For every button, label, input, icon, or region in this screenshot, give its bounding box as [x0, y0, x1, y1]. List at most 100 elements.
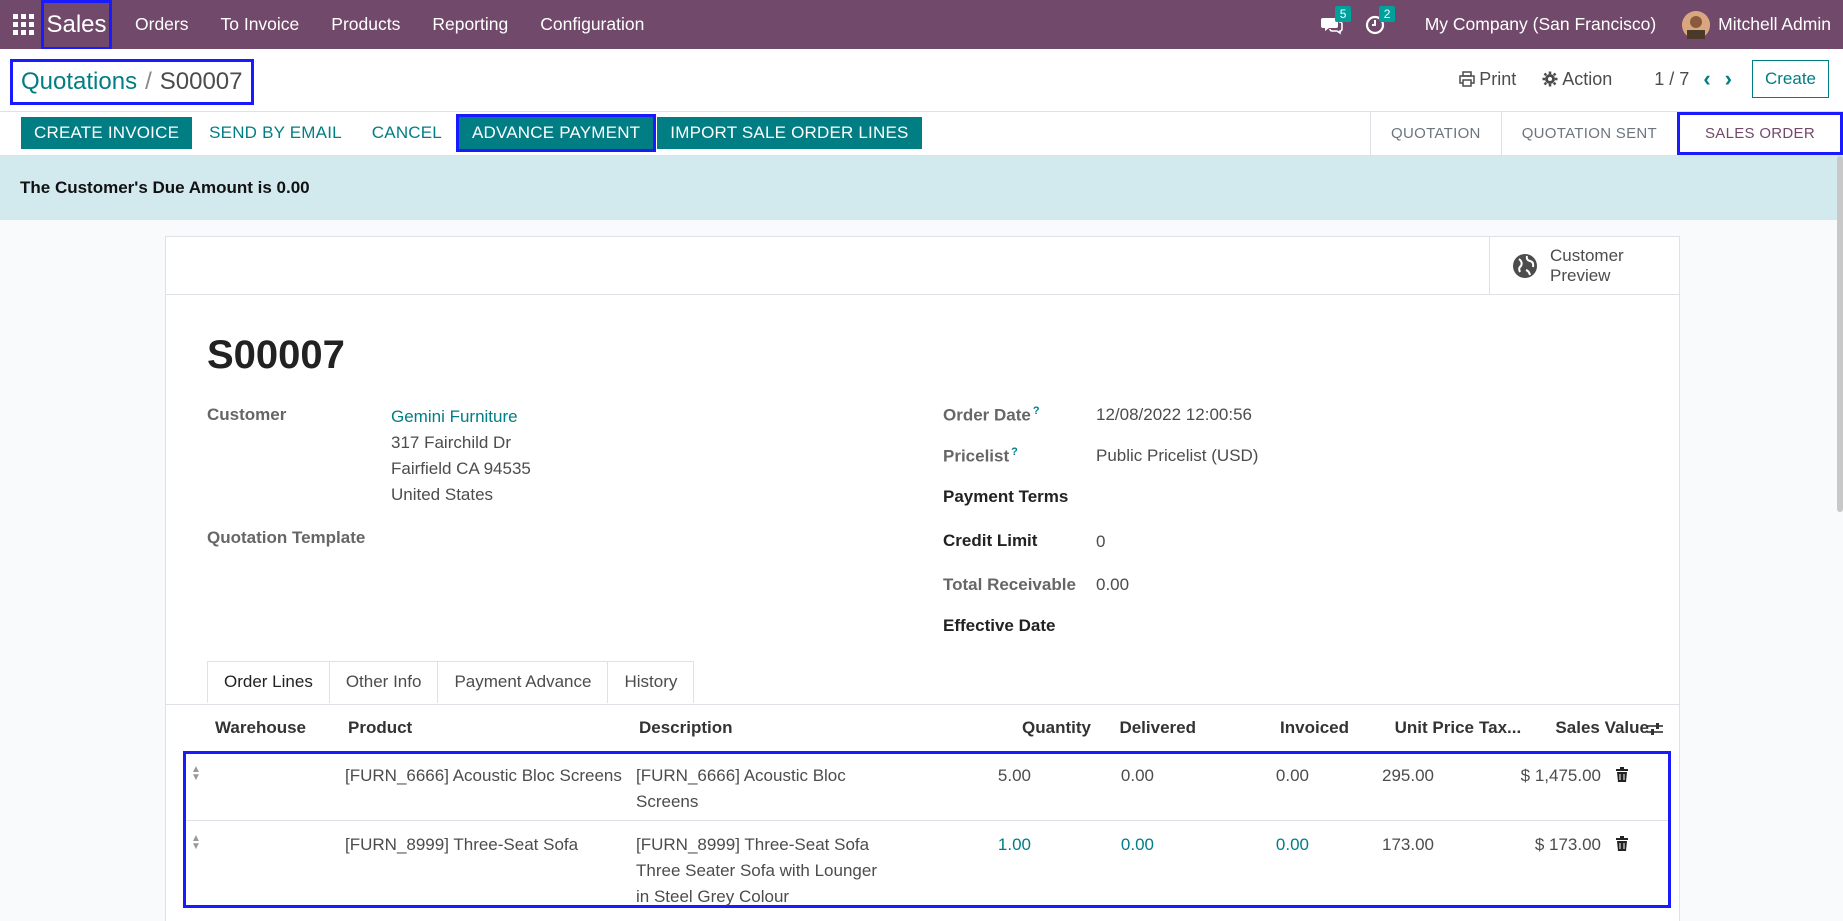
print-button[interactable]: Print	[1459, 69, 1516, 90]
due-amount-alert: The Customer's Due Amount is 0.00	[0, 156, 1843, 220]
drag-handle-icon[interactable]: ▲ ▼	[191, 834, 201, 852]
activities-count-badge: 2	[1378, 5, 1396, 22]
action-label: Action	[1562, 68, 1613, 89]
order-date-label-text: Order Date	[943, 405, 1031, 425]
pricelist-value[interactable]: Public Pricelist (USD)	[1096, 446, 1258, 466]
messages-count-badge: 5	[1334, 5, 1352, 22]
form-statusbar: CREATE INVOICE SEND BY EMAIL CANCEL ADVA…	[0, 111, 1843, 156]
stage-sales-order[interactable]: SALES ORDER	[1677, 112, 1843, 155]
row-description-line2[interactable]: Screens	[636, 792, 698, 812]
control-panel: Quotations / S00007 Print Action 1 / 7 ‹…	[0, 49, 1843, 111]
col-product[interactable]: Product	[348, 718, 412, 738]
row-product[interactable]: [FURN_8999] Three-Seat Sofa	[345, 835, 578, 855]
customer-preview-button[interactable]: Customer Preview	[1489, 237, 1679, 295]
breadcrumb-current: S00007	[159, 68, 243, 95]
app-brand-sales[interactable]: Sales	[41, 0, 112, 50]
customer-address-line3: United States	[391, 485, 494, 504]
company-switcher[interactable]: My Company (San Francisco)	[1425, 14, 1656, 35]
breadcrumb-separator: /	[145, 68, 152, 95]
row-sales-value: $ 1,475.00	[1520, 766, 1601, 785]
header-buttons: CREATE INVOICE SEND BY EMAIL CANCEL ADVA…	[21, 114, 926, 152]
main-menu: Orders To Invoice Products Reporting Con…	[135, 0, 676, 49]
optional-columns-toggle-icon[interactable]	[1646, 721, 1664, 737]
row-sales-value: $ 173.00	[1534, 835, 1601, 854]
activities-button[interactable]: 2	[1365, 5, 1396, 35]
customer-address-line2: Fairfield CA 94535	[391, 459, 531, 478]
status-stages: QUOTATION QUOTATION SENT SALES ORDER	[1370, 112, 1843, 155]
breadcrumb-quotations-link[interactable]: Quotations	[21, 68, 137, 96]
notebook-tabs: Order Lines Other Info Payment Advance H…	[207, 661, 695, 703]
tabs-divider	[166, 704, 1679, 705]
drag-handle-icon[interactable]: ▲ ▼	[191, 765, 201, 783]
user-photo-icon	[1682, 10, 1711, 39]
col-delivered[interactable]: Delivered	[1071, 718, 1196, 738]
customer-preview-line1: Customer	[1550, 246, 1624, 265]
print-icon	[1459, 71, 1475, 87]
customer-name-link[interactable]: Gemini Furniture	[391, 407, 518, 427]
col-description[interactable]: Description	[639, 718, 733, 738]
table-row[interactable]: ▲ ▼ [FURN_6666] Acoustic Bloc Screens [FU…	[186, 754, 1668, 821]
row-product[interactable]: [FURN_6666] Acoustic Bloc Screens	[345, 766, 622, 786]
pager-previous-icon[interactable]: ‹	[1703, 66, 1710, 92]
import-sale-order-lines-button[interactable]: IMPORT SALE ORDER LINES	[657, 117, 922, 149]
order-lines-table-body: ▲ ▼ [FURN_6666] Acoustic Bloc Screens [FU…	[183, 751, 1671, 908]
col-unit-price[interactable]: Unit Price	[1331, 718, 1474, 738]
tab-history[interactable]: History	[607, 661, 695, 703]
payment-terms-label: Payment Terms	[943, 487, 1069, 506]
gear-icon	[1542, 71, 1558, 87]
pricelist-label-text: Pricelist	[943, 446, 1010, 466]
form-sheet: Customer Preview S00007 Customer Gemini …	[165, 236, 1680, 921]
table-row[interactable]: ▲ ▼ [FURN_8999] Three-Seat Sofa [FURN_899…	[186, 821, 1668, 908]
pricelist-help-icon[interactable]: ?	[1011, 446, 1018, 458]
pager-next-icon[interactable]: ›	[1725, 66, 1732, 92]
cancel-button[interactable]: CANCEL	[358, 117, 455, 149]
effective-date-label: Effective Date	[943, 616, 1056, 635]
tab-order-lines[interactable]: Order Lines	[207, 661, 330, 703]
menu-products[interactable]: Products	[331, 14, 400, 35]
user-avatar[interactable]	[1682, 10, 1711, 39]
top-navbar: Sales Orders To Invoice Products Reporti…	[0, 0, 1843, 50]
tab-other-info[interactable]: Other Info	[328, 661, 439, 703]
row-unit-price[interactable]: 173.00	[1236, 835, 1434, 855]
document-title: S00007	[207, 333, 345, 377]
delete-line-trash-icon[interactable]	[1615, 836, 1629, 852]
total-receivable-value: 0.00	[1096, 575, 1130, 594]
col-warehouse[interactable]: Warehouse	[215, 718, 306, 738]
row-unit-price[interactable]: 295.00	[1236, 766, 1434, 786]
print-label: Print	[1479, 68, 1517, 89]
send-by-email-button[interactable]: SEND BY EMAIL	[196, 117, 355, 149]
customer-preview-label: Customer Preview	[1550, 246, 1624, 286]
credit-limit-value[interactable]: 0	[1096, 532, 1105, 552]
tab-payment-advance[interactable]: Payment Advance	[437, 661, 609, 703]
breadcrumb: Quotations / S00007	[10, 59, 254, 105]
messages-button[interactable]: 5	[1320, 5, 1352, 35]
order-date-help-icon[interactable]: ?	[1033, 405, 1040, 417]
menu-reporting[interactable]: Reporting	[432, 14, 508, 35]
systray: 5 2 My Company (San Francisco) Mitchell …	[1320, 0, 1831, 49]
globe-icon	[1513, 254, 1537, 278]
total-receivable-label: Total Receivable	[943, 575, 1076, 594]
create-button[interactable]: Create	[1751, 60, 1829, 98]
advance-payment-button[interactable]: ADVANCE PAYMENT	[455, 114, 657, 152]
apps-menu-icon[interactable]	[0, 0, 46, 49]
menu-configuration[interactable]: Configuration	[540, 14, 644, 35]
quotation-template-label: Quotation Template	[207, 528, 366, 547]
stage-quotation-sent[interactable]: QUOTATION SENT	[1500, 112, 1677, 155]
order-date-label: Order Date?	[943, 405, 1040, 426]
menu-to-invoice[interactable]: To Invoice	[220, 14, 299, 35]
customer-preview-line2: Preview	[1550, 266, 1611, 285]
create-invoice-button[interactable]: CREATE INVOICE	[21, 117, 193, 149]
row-description-line2[interactable]: Three Seater Sofa with Lounger	[636, 861, 877, 881]
page-scrollbar[interactable]	[1837, 156, 1843, 512]
delete-line-trash-icon[interactable]	[1615, 767, 1629, 783]
control-panel-actions: Print Action 1 / 7 ‹ › Create	[1459, 59, 1829, 99]
customer-label: Customer	[207, 405, 287, 424]
order-date-value[interactable]: 12/08/2022 12:00:56	[1096, 405, 1252, 425]
stage-quotation[interactable]: QUOTATION	[1370, 112, 1501, 155]
pager-value[interactable]: 1 / 7	[1654, 69, 1689, 90]
user-menu[interactable]: Mitchell Admin	[1718, 14, 1831, 35]
col-sales-value[interactable]: Sales Value	[1513, 718, 1649, 738]
action-button[interactable]: Action	[1542, 69, 1612, 90]
menu-orders[interactable]: Orders	[135, 14, 188, 35]
row-description-line3[interactable]: in Steel Grey Colour	[636, 887, 789, 907]
